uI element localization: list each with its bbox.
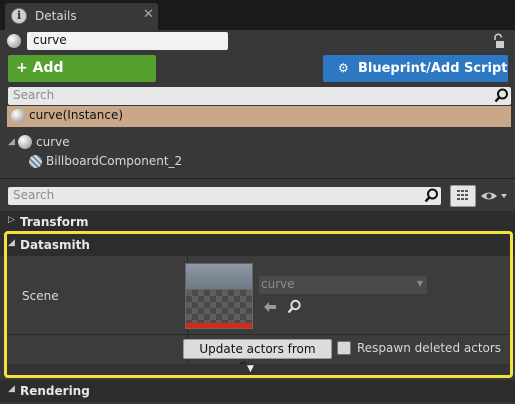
tab-label: Details [35, 9, 77, 23]
sphere-icon [7, 34, 21, 48]
expanded-arrow-icon: ◢ [8, 384, 15, 394]
category-rendering[interactable]: ◢ Rendering [0, 380, 515, 402]
add-component-button[interactable]: + Add Component ▾ [8, 55, 156, 103]
instance-label: curve(Instance) [29, 108, 124, 122]
search-placeholder: Search [13, 188, 55, 202]
tree-item-label: BillboardComponent_2 [46, 154, 183, 168]
sphere-icon [18, 135, 32, 149]
view-options-eye-icon[interactable] [480, 188, 510, 204]
actor-name-field[interactable]: curve [27, 32, 228, 50]
collapsed-arrow-icon: ▷ [8, 215, 15, 225]
tree-item-label: curve [36, 135, 70, 149]
property-matrix-button[interactable] [450, 185, 476, 207]
info-icon [11, 8, 27, 24]
tab-details[interactable]: Details ✕ [5, 3, 158, 30]
title-bar: Details ✕ [0, 0, 515, 30]
blueprint-label: Blueprint/Add Script [358, 61, 508, 76]
search-placeholder: Search [13, 88, 55, 102]
details-search-input[interactable]: Search [8, 187, 441, 205]
gears-icon: ⚙ [338, 61, 349, 75]
actor-row: curve [0, 30, 515, 54]
category-label: Transform [20, 215, 89, 229]
category-transform[interactable]: ▷ Transform [0, 211, 515, 233]
category-label: Rendering [20, 384, 90, 398]
billboard-icon [29, 155, 42, 168]
blueprint-add-script-button[interactable]: ⚙ Blueprint/Add Script [323, 55, 508, 82]
search-icon[interactable] [494, 88, 509, 103]
lock-icon[interactable] [492, 33, 506, 49]
sphere-icon [11, 109, 25, 123]
grid-icon [457, 190, 468, 200]
search-icon[interactable] [424, 188, 439, 203]
expand-arrow-icon[interactable]: ◢ [8, 137, 15, 147]
panel-divider [0, 178, 515, 179]
close-tab-button[interactable]: ✕ [143, 7, 154, 22]
highlight-frame [4, 231, 513, 378]
component-search-input[interactable]: Search [8, 87, 511, 105]
instance-row[interactable]: curve(Instance) [7, 106, 511, 127]
